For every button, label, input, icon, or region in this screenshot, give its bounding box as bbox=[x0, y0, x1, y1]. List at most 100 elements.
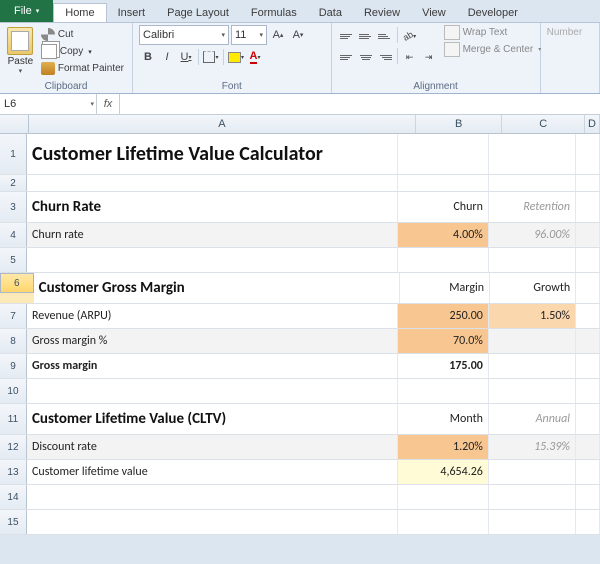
indent-inc-button[interactable]: ⇥ bbox=[420, 48, 438, 66]
row-header[interactable]: 6 bbox=[0, 273, 34, 293]
cell-B15[interactable] bbox=[398, 510, 489, 534]
tab-data[interactable]: Data bbox=[308, 4, 353, 22]
cell-D8[interactable] bbox=[576, 329, 600, 353]
col-header-D[interactable]: D bbox=[585, 115, 600, 133]
cell-A3[interactable]: Churn Rate bbox=[27, 192, 398, 222]
row-header[interactable]: 1 bbox=[0, 134, 27, 174]
font-color-button[interactable]: A▾ bbox=[246, 48, 264, 66]
format-painter-button[interactable]: Format Painter bbox=[39, 61, 126, 76]
row-header[interactable]: 9 bbox=[0, 354, 27, 378]
cut-button[interactable]: Cut bbox=[39, 27, 126, 42]
tab-page-layout[interactable]: Page Layout bbox=[156, 4, 240, 22]
cell-A15[interactable] bbox=[27, 510, 398, 534]
cell-A13[interactable]: Customer lifetime value bbox=[27, 460, 398, 484]
cell-A1[interactable]: Customer Lifetime Value Calculator bbox=[27, 134, 398, 174]
row-header[interactable]: 7 bbox=[0, 304, 27, 328]
cell-D2[interactable] bbox=[576, 175, 600, 191]
merge-center-button[interactable]: Merge & Center▾ bbox=[444, 42, 542, 57]
cell-B5[interactable] bbox=[398, 248, 489, 272]
tab-home[interactable]: Home bbox=[53, 3, 106, 22]
cell-A4[interactable]: Churn rate bbox=[27, 223, 398, 247]
cell-B2[interactable] bbox=[398, 175, 489, 191]
cell-C11[interactable]: Annual bbox=[489, 404, 576, 434]
cell-C2[interactable] bbox=[489, 175, 576, 191]
row-header[interactable]: 3 bbox=[0, 192, 27, 222]
italic-button[interactable]: I bbox=[158, 48, 176, 66]
cell-A8[interactable]: Gross margin % bbox=[27, 329, 398, 353]
cell-D3[interactable] bbox=[576, 192, 600, 222]
align-center-button[interactable] bbox=[357, 48, 375, 66]
cell-A6[interactable]: Customer Gross Margin bbox=[34, 273, 401, 303]
align-top-button[interactable] bbox=[338, 27, 356, 45]
fx-icon[interactable]: fx bbox=[97, 94, 120, 114]
font-size-select[interactable]: 11▾ bbox=[231, 25, 267, 45]
cell-B14[interactable] bbox=[398, 485, 489, 509]
cell-D13[interactable] bbox=[576, 460, 600, 484]
cell-D7[interactable] bbox=[576, 304, 600, 328]
chevron-down-icon[interactable]: ▾ bbox=[19, 67, 23, 75]
cell-D9[interactable] bbox=[576, 354, 600, 378]
row-header[interactable]: 2 bbox=[0, 175, 27, 191]
cell-A5[interactable] bbox=[27, 248, 398, 272]
cell-B8[interactable]: 70.0% bbox=[398, 329, 489, 353]
cell-D4[interactable] bbox=[576, 223, 600, 247]
cell-C4[interactable]: 96.00% bbox=[489, 223, 576, 247]
bold-button[interactable]: B bbox=[139, 48, 157, 66]
cell-C6[interactable]: Growth bbox=[490, 273, 576, 303]
cell-A12[interactable]: Discount rate bbox=[27, 435, 398, 459]
tab-insert[interactable]: Insert bbox=[107, 4, 157, 22]
row-header[interactable]: 11 bbox=[0, 404, 27, 434]
cell-B4[interactable]: 4.00% bbox=[398, 223, 489, 247]
cell-B3[interactable]: Churn bbox=[398, 192, 489, 222]
cell-A9[interactable]: Gross margin bbox=[27, 354, 398, 378]
tab-view[interactable]: View bbox=[411, 4, 457, 22]
cell-B12[interactable]: 1.20% bbox=[398, 435, 489, 459]
cell-B6[interactable]: Margin bbox=[400, 273, 490, 303]
cell-D14[interactable] bbox=[576, 485, 600, 509]
col-header-B[interactable]: B bbox=[416, 115, 503, 133]
tab-formulas[interactable]: Formulas bbox=[240, 4, 308, 22]
row-header[interactable]: 12 bbox=[0, 435, 27, 459]
col-header-C[interactable]: C bbox=[502, 115, 585, 133]
cell-D12[interactable] bbox=[576, 435, 600, 459]
tab-review[interactable]: Review bbox=[353, 4, 411, 22]
cell-D15[interactable] bbox=[576, 510, 600, 534]
cell-C3[interactable]: Retention bbox=[489, 192, 576, 222]
copy-button[interactable]: Copy▾ bbox=[39, 43, 126, 60]
row-header[interactable]: 5 bbox=[0, 248, 27, 272]
row-header[interactable]: 13 bbox=[0, 460, 27, 484]
cell-C1[interactable] bbox=[489, 134, 576, 174]
underline-button[interactable]: U▾ bbox=[177, 48, 195, 66]
cell-D1[interactable] bbox=[576, 134, 600, 174]
cell-C14[interactable] bbox=[489, 485, 576, 509]
file-tab[interactable]: File▾ bbox=[0, 0, 53, 22]
cell-C5[interactable] bbox=[489, 248, 576, 272]
cell-C8[interactable] bbox=[489, 329, 576, 353]
cell-D5[interactable] bbox=[576, 248, 600, 272]
cell-B11[interactable]: Month bbox=[398, 404, 489, 434]
col-header-A[interactable]: A bbox=[29, 115, 416, 133]
row-header[interactable]: 4 bbox=[0, 223, 27, 247]
cell-B9[interactable]: 175.00 bbox=[398, 354, 489, 378]
row-header[interactable]: 14 bbox=[0, 485, 27, 509]
cell-D10[interactable] bbox=[576, 379, 600, 403]
align-right-button[interactable] bbox=[376, 48, 394, 66]
cell-B1[interactable] bbox=[398, 134, 489, 174]
align-bottom-button[interactable] bbox=[376, 27, 394, 45]
cell-A2[interactable] bbox=[27, 175, 398, 191]
orientation-button[interactable]: ab▾ bbox=[401, 27, 419, 45]
cell-C7[interactable]: 1.50% bbox=[489, 304, 576, 328]
fill-color-button[interactable]: ▾ bbox=[227, 48, 245, 66]
cell-A14[interactable] bbox=[27, 485, 398, 509]
cell-A7[interactable]: Revenue (ARPU) bbox=[27, 304, 398, 328]
align-left-button[interactable] bbox=[338, 48, 356, 66]
cell-C9[interactable] bbox=[489, 354, 576, 378]
wrap-text-button[interactable]: Wrap Text bbox=[444, 25, 542, 40]
row-header[interactable]: 15 bbox=[0, 510, 27, 534]
cell-C12[interactable]: 15.39% bbox=[489, 435, 576, 459]
cell-D6[interactable] bbox=[576, 273, 600, 303]
tab-developer[interactable]: Developer bbox=[457, 4, 529, 22]
name-box[interactable]: L6▾ bbox=[0, 94, 97, 114]
shrink-font-button[interactable]: A▾ bbox=[289, 26, 307, 44]
font-name-select[interactable]: Calibri▾ bbox=[139, 25, 229, 45]
